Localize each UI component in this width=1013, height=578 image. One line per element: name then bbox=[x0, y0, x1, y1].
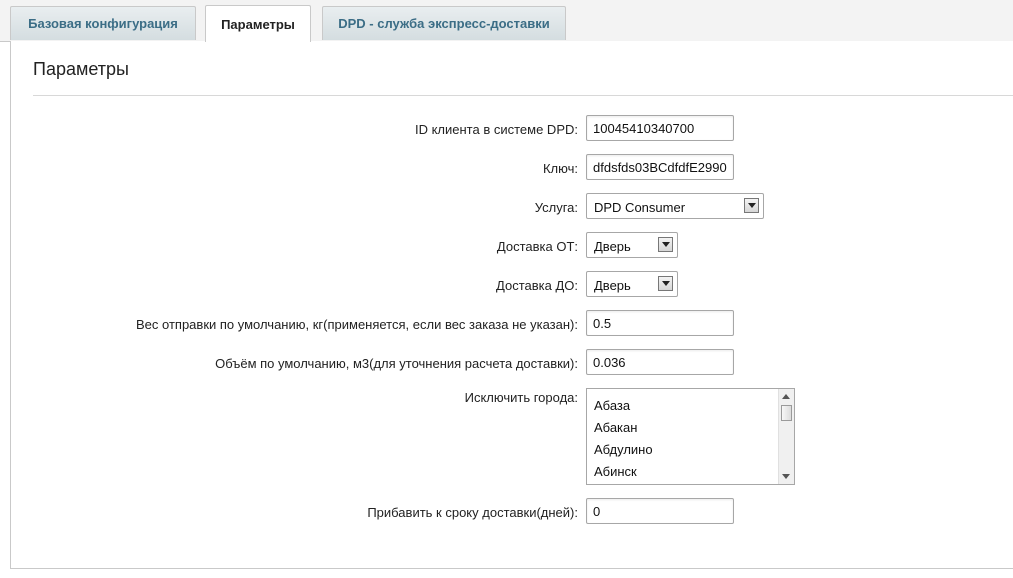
default-volume-label: Объём по умолчанию, м3(для уточнения рас… bbox=[215, 356, 578, 371]
tab-bar: Базовая конфигурация Параметры DPD - слу… bbox=[0, 0, 1013, 42]
default-weight-label: Вес отправки по умолчанию, кг(применяетс… bbox=[136, 317, 578, 332]
list-item[interactable]: Абаза bbox=[594, 398, 630, 413]
list-item[interactable]: Абдулино bbox=[594, 442, 653, 457]
exclude-cities-listbox[interactable]: Абаза Абакан Абдулино Абинск bbox=[586, 388, 795, 485]
page-title: Параметры bbox=[33, 59, 129, 79]
title-divider bbox=[33, 95, 1013, 96]
tab-parameters[interactable]: Параметры bbox=[205, 5, 311, 42]
scroll-down-icon[interactable] bbox=[782, 474, 790, 479]
list-item[interactable]: Абинск bbox=[594, 464, 637, 479]
default-weight-input[interactable] bbox=[586, 310, 734, 336]
delivery-from-selected-value: Дверь bbox=[594, 239, 631, 254]
tab-dpd-service[interactable]: DPD - служба экспресс-доставки bbox=[322, 6, 566, 40]
scroll-up-icon[interactable] bbox=[782, 394, 790, 399]
delivery-to-selected-value: Дверь bbox=[594, 278, 631, 293]
listbox-scrollbar[interactable] bbox=[778, 389, 794, 484]
key-input[interactable] bbox=[586, 154, 734, 180]
scroll-thumb[interactable] bbox=[781, 405, 792, 421]
delivery-to-label: Доставка ДО: bbox=[496, 278, 578, 293]
chevron-down-icon[interactable] bbox=[744, 198, 759, 213]
tab-label: DPD - служба экспресс-доставки bbox=[338, 16, 550, 31]
delivery-to-select[interactable]: Дверь bbox=[586, 271, 678, 297]
service-selected-value: DPD Consumer bbox=[594, 200, 686, 215]
delivery-from-select[interactable]: Дверь bbox=[586, 232, 678, 258]
tab-base-config[interactable]: Базовая конфигурация bbox=[10, 6, 196, 40]
client-id-input[interactable] bbox=[586, 115, 734, 141]
add-days-label: Прибавить к сроку доставки(дней): bbox=[367, 505, 578, 520]
chevron-down-icon[interactable] bbox=[658, 237, 673, 252]
service-label: Услуга: bbox=[534, 200, 578, 215]
tab-label: Параметры bbox=[221, 16, 295, 32]
client-id-label: ID клиента в системе DPD: bbox=[414, 122, 578, 137]
settings-panel: Параметры ID клиента в системе DPD: Ключ… bbox=[10, 41, 1013, 569]
key-label: Ключ: bbox=[542, 161, 578, 176]
exclude-cities-label: Исключить города: bbox=[464, 390, 578, 405]
default-volume-input[interactable] bbox=[586, 349, 734, 375]
list-item[interactable]: Абакан bbox=[594, 420, 637, 435]
delivery-from-label: Доставка ОТ: bbox=[496, 239, 578, 254]
add-days-input[interactable] bbox=[586, 498, 734, 524]
tab-label: Базовая конфигурация bbox=[28, 16, 178, 31]
chevron-down-icon[interactable] bbox=[658, 276, 673, 291]
service-select[interactable]: DPD Consumer bbox=[586, 193, 764, 219]
